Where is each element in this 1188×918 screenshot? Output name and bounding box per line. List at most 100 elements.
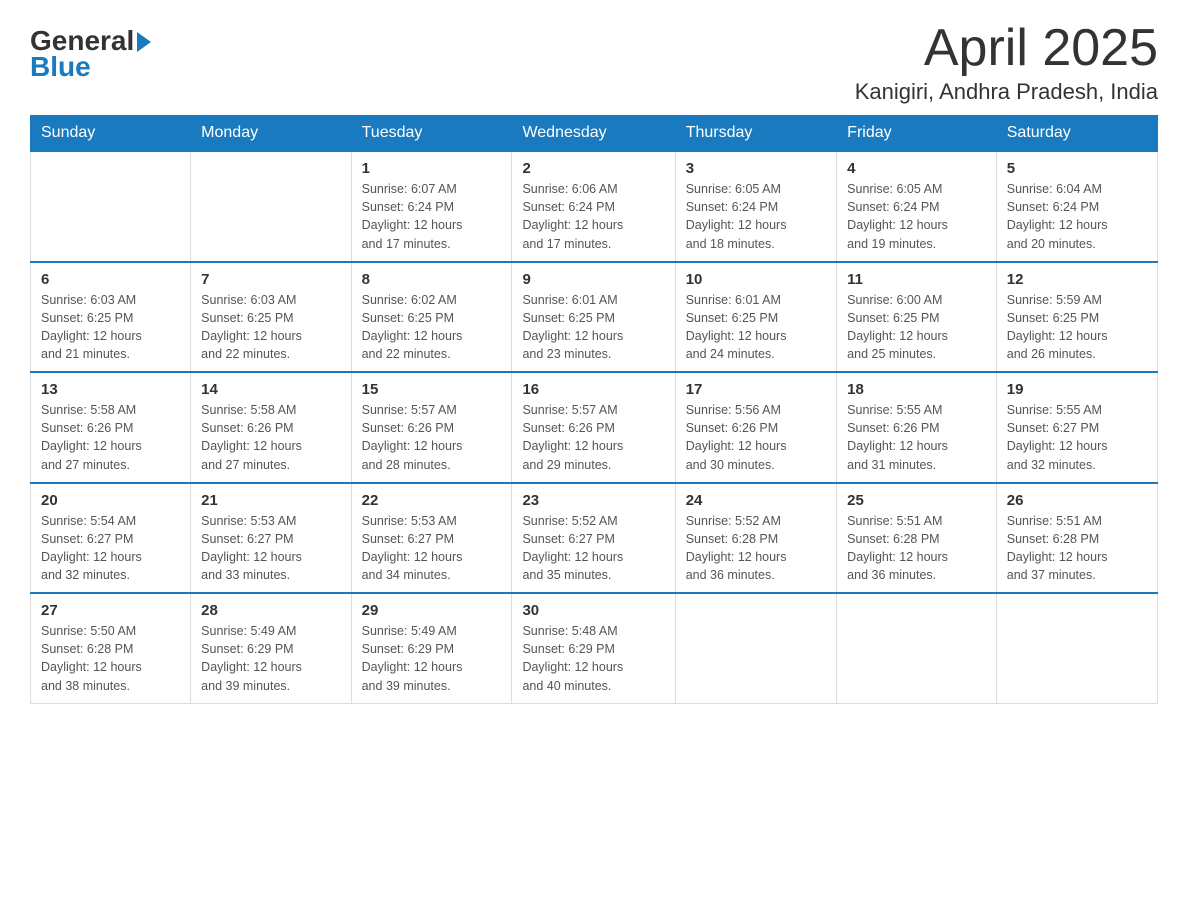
day-info: Sunrise: 6:03 AM Sunset: 6:25 PM Dayligh…: [201, 291, 340, 364]
calendar-cell: 1 Sunrise: 6:07 AM Sunset: 6:24 PM Daylig…: [351, 151, 512, 262]
day-info: Sunrise: 6:01 AM Sunset: 6:25 PM Dayligh…: [522, 291, 664, 364]
day-number: 3: [686, 160, 826, 177]
day-number: 2: [522, 160, 664, 177]
calendar-header-monday: Monday: [191, 116, 351, 152]
day-info: Sunrise: 5:58 AM Sunset: 6:26 PM Dayligh…: [201, 401, 340, 474]
day-info: Sunrise: 5:51 AM Sunset: 6:28 PM Dayligh…: [847, 512, 986, 585]
calendar-cell: [31, 151, 191, 262]
calendar-week-3: 13Sunrise: 5:58 AM Sunset: 6:26 PM Dayli…: [31, 372, 1158, 483]
calendar-header-thursday: Thursday: [675, 116, 836, 152]
calendar-cell: 16Sunrise: 5:57 AM Sunset: 6:26 PM Dayli…: [512, 372, 675, 483]
day-number: 4: [847, 160, 986, 177]
calendar-header-row: SundayMondayTuesdayWednesdayThursdayFrid…: [31, 116, 1158, 152]
logo-blue-text: Blue: [30, 51, 91, 83]
day-number: 28: [201, 602, 340, 619]
day-info: Sunrise: 6:07 AM Sunset: 6:24 PM Dayligh…: [362, 180, 502, 253]
day-number: 1: [362, 160, 502, 177]
day-number: 6: [41, 271, 180, 288]
day-number: 21: [201, 492, 340, 509]
logo-arrow-icon: [137, 32, 151, 52]
calendar-header-tuesday: Tuesday: [351, 116, 512, 152]
calendar-cell: 21 Sunrise: 5:53 AM Sunset: 6:27 PM Dayli…: [191, 483, 351, 594]
calendar-cell: 12 Sunrise: 5:59 AM Sunset: 6:25 PM Dayli…: [996, 262, 1157, 373]
calendar-cell: [837, 593, 997, 703]
day-number: 25: [847, 492, 986, 509]
day-number: 14: [201, 381, 340, 398]
title-section: April 2025 Kanigiri, Andhra Pradesh, Ind…: [855, 20, 1158, 105]
day-number: 20: [41, 492, 180, 509]
calendar-header-wednesday: Wednesday: [512, 116, 675, 152]
calendar-cell: [996, 593, 1157, 703]
day-info: Sunrise: 6:02 AM Sunset: 6:25 PM Dayligh…: [362, 291, 502, 364]
day-number: 5: [1007, 160, 1147, 177]
calendar-header-friday: Friday: [837, 116, 997, 152]
day-info: Sunrise: 5:53 AM Sunset: 6:27 PM Dayligh…: [362, 512, 502, 585]
day-info: Sunrise: 5:55 AM Sunset: 6:27 PM Dayligh…: [1007, 401, 1147, 474]
day-number: 12: [1007, 271, 1147, 288]
day-info: Sunrise: 6:03 AM Sunset: 6:25 PM Dayligh…: [41, 291, 180, 364]
day-info: Sunrise: 5:51 AM Sunset: 6:28 PM Dayligh…: [1007, 512, 1147, 585]
calendar-cell: 14 Sunrise: 5:58 AM Sunset: 6:26 PM Dayli…: [191, 372, 351, 483]
day-number: 15: [362, 381, 502, 398]
day-number: 27: [41, 602, 180, 619]
calendar-cell: 23 Sunrise: 5:52 AM Sunset: 6:27 PM Dayli…: [512, 483, 675, 594]
calendar-cell: 17Sunrise: 5:56 AM Sunset: 6:26 PM Dayli…: [675, 372, 836, 483]
calendar-cell: 27 Sunrise: 5:50 AM Sunset: 6:28 PM Dayli…: [31, 593, 191, 703]
calendar-cell: 29 Sunrise: 5:49 AM Sunset: 6:29 PM Dayli…: [351, 593, 512, 703]
calendar-cell: 19 Sunrise: 5:55 AM Sunset: 6:27 PM Dayli…: [996, 372, 1157, 483]
day-number: 7: [201, 271, 340, 288]
day-info: Sunrise: 6:04 AM Sunset: 6:24 PM Dayligh…: [1007, 180, 1147, 253]
day-number: 29: [362, 602, 502, 619]
day-number: 17: [686, 381, 826, 398]
day-info: Sunrise: 5:57 AM Sunset: 6:26 PM Dayligh…: [522, 401, 664, 474]
calendar-cell: 15 Sunrise: 5:57 AM Sunset: 6:26 PM Dayli…: [351, 372, 512, 483]
calendar-week-4: 20 Sunrise: 5:54 AM Sunset: 6:27 PM Dayli…: [31, 483, 1158, 594]
day-info: Sunrise: 5:52 AM Sunset: 6:28 PM Dayligh…: [686, 512, 826, 585]
day-info: Sunrise: 5:59 AM Sunset: 6:25 PM Dayligh…: [1007, 291, 1147, 364]
day-number: 19: [1007, 381, 1147, 398]
day-info: Sunrise: 5:55 AM Sunset: 6:26 PM Dayligh…: [847, 401, 986, 474]
day-number: 10: [686, 271, 826, 288]
day-info: Sunrise: 6:05 AM Sunset: 6:24 PM Dayligh…: [686, 180, 826, 253]
calendar-cell: 8 Sunrise: 6:02 AM Sunset: 6:25 PM Daylig…: [351, 262, 512, 373]
day-info: Sunrise: 5:57 AM Sunset: 6:26 PM Dayligh…: [362, 401, 502, 474]
calendar-cell: 26 Sunrise: 5:51 AM Sunset: 6:28 PM Dayli…: [996, 483, 1157, 594]
day-number: 30: [522, 602, 664, 619]
month-title: April 2025: [855, 20, 1158, 77]
calendar-week-2: 6 Sunrise: 6:03 AM Sunset: 6:25 PM Daylig…: [31, 262, 1158, 373]
day-number: 9: [522, 271, 664, 288]
day-info: Sunrise: 5:58 AM Sunset: 6:26 PM Dayligh…: [41, 401, 180, 474]
calendar-cell: 30 Sunrise: 5:48 AM Sunset: 6:29 PM Dayli…: [512, 593, 675, 703]
day-number: 26: [1007, 492, 1147, 509]
calendar-cell: 7 Sunrise: 6:03 AM Sunset: 6:25 PM Daylig…: [191, 262, 351, 373]
calendar-cell: 18Sunrise: 5:55 AM Sunset: 6:26 PM Dayli…: [837, 372, 997, 483]
calendar-cell: 2Sunrise: 6:06 AM Sunset: 6:24 PM Daylig…: [512, 151, 675, 262]
calendar-cell: 4 Sunrise: 6:05 AM Sunset: 6:24 PM Daylig…: [837, 151, 997, 262]
calendar-cell: 10Sunrise: 6:01 AM Sunset: 6:25 PM Dayli…: [675, 262, 836, 373]
calendar-header-sunday: Sunday: [31, 116, 191, 152]
day-info: Sunrise: 5:53 AM Sunset: 6:27 PM Dayligh…: [201, 512, 340, 585]
calendar-cell: 25 Sunrise: 5:51 AM Sunset: 6:28 PM Dayli…: [837, 483, 997, 594]
day-info: Sunrise: 5:50 AM Sunset: 6:28 PM Dayligh…: [41, 622, 180, 695]
location-title: Kanigiri, Andhra Pradesh, India: [855, 79, 1158, 105]
day-info: Sunrise: 5:54 AM Sunset: 6:27 PM Dayligh…: [41, 512, 180, 585]
day-info: Sunrise: 6:00 AM Sunset: 6:25 PM Dayligh…: [847, 291, 986, 364]
day-info: Sunrise: 5:48 AM Sunset: 6:29 PM Dayligh…: [522, 622, 664, 695]
calendar-cell: 5 Sunrise: 6:04 AM Sunset: 6:24 PM Daylig…: [996, 151, 1157, 262]
day-number: 23: [522, 492, 664, 509]
calendar-cell: 9 Sunrise: 6:01 AM Sunset: 6:25 PM Daylig…: [512, 262, 675, 373]
calendar-week-5: 27 Sunrise: 5:50 AM Sunset: 6:28 PM Dayli…: [31, 593, 1158, 703]
day-info: Sunrise: 5:52 AM Sunset: 6:27 PM Dayligh…: [522, 512, 664, 585]
day-number: 24: [686, 492, 826, 509]
day-number: 8: [362, 271, 502, 288]
calendar-week-1: 1 Sunrise: 6:07 AM Sunset: 6:24 PM Daylig…: [31, 151, 1158, 262]
day-info: Sunrise: 5:49 AM Sunset: 6:29 PM Dayligh…: [201, 622, 340, 695]
day-info: Sunrise: 5:49 AM Sunset: 6:29 PM Dayligh…: [362, 622, 502, 695]
day-number: 11: [847, 271, 986, 288]
calendar-cell: 20 Sunrise: 5:54 AM Sunset: 6:27 PM Dayli…: [31, 483, 191, 594]
logo: General Blue: [30, 25, 151, 83]
calendar-cell: 6 Sunrise: 6:03 AM Sunset: 6:25 PM Daylig…: [31, 262, 191, 373]
calendar-cell: [675, 593, 836, 703]
day-info: Sunrise: 6:05 AM Sunset: 6:24 PM Dayligh…: [847, 180, 986, 253]
calendar-cell: 13Sunrise: 5:58 AM Sunset: 6:26 PM Dayli…: [31, 372, 191, 483]
